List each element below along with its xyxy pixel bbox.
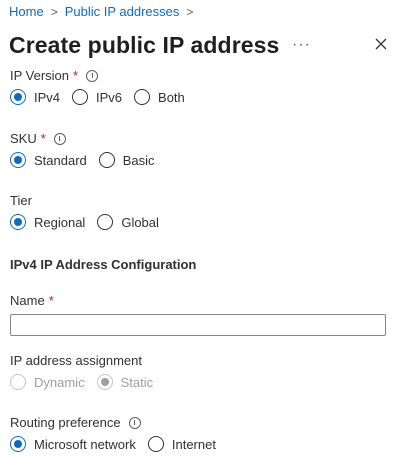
radio-label: IPv6 — [96, 89, 123, 105]
radio-ipv6[interactable]: IPv6 — [72, 89, 122, 105]
radio-label: Microsoft network — [34, 436, 136, 452]
tier-label: Tier — [10, 193, 32, 208]
sku-radio-group: Standard Basic — [10, 152, 167, 168]
radio-dynamic[interactable]: Dynamic — [10, 374, 85, 390]
radio-circle[interactable] — [147, 436, 164, 452]
tier-label-row: Tier — [10, 193, 32, 208]
radio-static[interactable]: Static — [96, 374, 154, 390]
breadcrumb-home[interactable]: Home — [9, 4, 44, 19]
radio-circle[interactable] — [98, 152, 115, 168]
ip-version-radio-group: IPv4 IPv6 Both — [10, 89, 197, 105]
radio-label: Internet — [171, 436, 216, 452]
radio-ipv4[interactable]: IPv4 — [10, 89, 60, 105]
radio-circle[interactable] — [96, 374, 113, 390]
close-icon[interactable] — [373, 36, 389, 52]
radio-label: Static — [120, 374, 154, 390]
ip-version-label-row: IP Version * — [10, 68, 99, 83]
info-icon[interactable] — [53, 132, 66, 145]
routing-label-row: Routing preference — [10, 415, 141, 430]
radio-label: IPv4 — [34, 89, 61, 105]
radio-basic[interactable]: Basic — [98, 152, 155, 168]
radio-circle[interactable] — [10, 214, 26, 230]
radio-label: Basic — [122, 152, 155, 168]
routing-label: Routing preference — [10, 415, 121, 430]
radio-circle[interactable] — [10, 374, 26, 390]
radio-circle[interactable] — [10, 152, 26, 168]
sku-label-row: SKU * — [10, 131, 66, 146]
ip-version-label: IP Version — [10, 68, 70, 83]
required-indicator: * — [40, 131, 46, 146]
name-label-row: Name * — [10, 293, 54, 308]
routing-radio-group: Microsoft network Internet — [10, 436, 228, 452]
assignment-label-row: IP address assignment — [10, 353, 142, 368]
name-label: Name — [10, 293, 45, 308]
radio-both[interactable]: Both — [134, 89, 185, 105]
radio-circle[interactable] — [10, 89, 26, 105]
radio-internet[interactable]: Internet — [147, 436, 216, 452]
radio-circle[interactable] — [72, 89, 89, 105]
radio-standard[interactable]: Standard — [10, 152, 87, 168]
required-indicator: * — [48, 293, 54, 308]
breadcrumb-separator: > — [50, 4, 58, 19]
radio-regional[interactable]: Regional — [10, 214, 85, 230]
name-input[interactable] — [10, 314, 386, 336]
page-title: Create public IP address — [9, 32, 280, 58]
radio-label: Dynamic — [34, 374, 85, 390]
assignment-label: IP address assignment — [10, 353, 142, 368]
ipv4-config-section-title: IPv4 IP Address Configuration — [10, 257, 197, 272]
more-options-button[interactable]: ··· — [292, 36, 311, 54]
radio-circle[interactable] — [97, 214, 114, 230]
radio-circle[interactable] — [134, 89, 151, 105]
breadcrumb: Home > Public IP addresses > — [9, 4, 200, 19]
required-indicator: * — [73, 68, 79, 83]
sku-label: SKU — [10, 131, 37, 146]
assignment-radio-group: Dynamic Static — [10, 374, 165, 390]
breadcrumb-separator: > — [186, 4, 194, 19]
radio-label: Both — [158, 89, 185, 105]
radio-label: Global — [121, 214, 159, 230]
radio-label: Standard — [34, 152, 87, 168]
tier-radio-group: Regional Global — [10, 214, 171, 230]
info-icon[interactable] — [128, 416, 141, 429]
radio-label: Regional — [34, 214, 86, 230]
radio-circle[interactable] — [10, 436, 26, 452]
breadcrumb-public-ip-addresses[interactable]: Public IP addresses — [65, 4, 180, 19]
radio-microsoft-network[interactable]: Microsoft network — [10, 436, 136, 452]
radio-global[interactable]: Global — [97, 214, 159, 230]
info-icon[interactable] — [86, 69, 99, 82]
